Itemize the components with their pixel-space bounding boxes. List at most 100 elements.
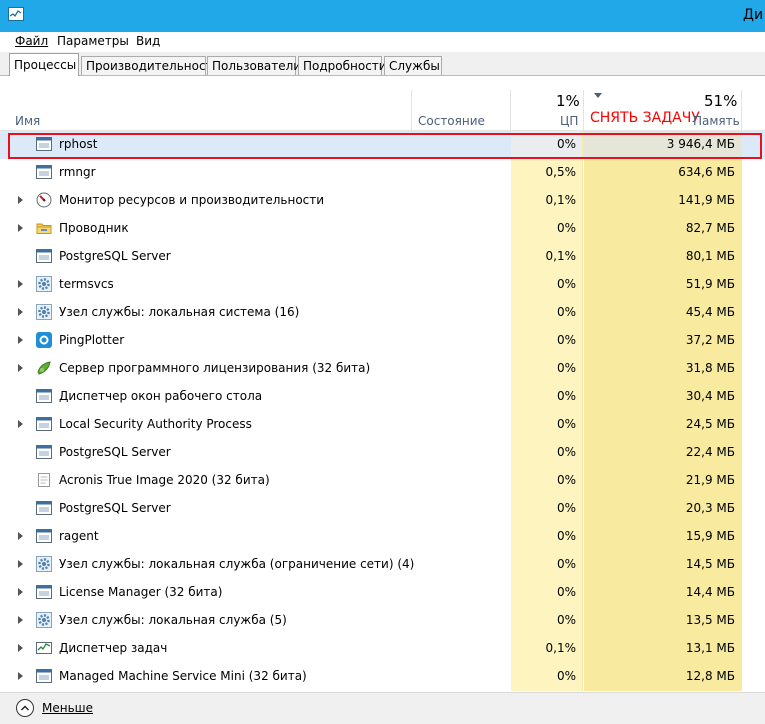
app-window-icon bbox=[36, 528, 52, 544]
process-name: Узел службы: локальная служба (5) bbox=[59, 613, 287, 627]
process-row[interactable]: Сервер программного лицензирования (32 б… bbox=[0, 355, 765, 383]
expand-arrow-icon[interactable] bbox=[18, 588, 23, 596]
generic-app-icon bbox=[36, 472, 52, 488]
expand-arrow-icon[interactable] bbox=[18, 336, 23, 344]
column-status-header[interactable]: Состояние bbox=[418, 114, 485, 128]
memory-cell: 24,5 МБ bbox=[584, 411, 742, 439]
cpu-cell: 0% bbox=[511, 439, 583, 467]
menu-view[interactable]: Вид bbox=[136, 34, 160, 48]
menu-options[interactable]: Параметры bbox=[57, 34, 129, 48]
window-title: Ди bbox=[743, 7, 764, 23]
cpu-value: 0% bbox=[556, 389, 576, 403]
process-row[interactable]: Managed Machine Service Mini (32 бита) 0%… bbox=[0, 663, 765, 691]
expand-arrow-icon[interactable] bbox=[18, 560, 23, 568]
expand-arrow-icon[interactable] bbox=[18, 420, 23, 428]
memory-cell: 31,8 МБ bbox=[584, 355, 742, 383]
process-row[interactable]: Проводник 0% 82,7 МБ bbox=[0, 215, 765, 243]
memory-cell: 51,9 МБ bbox=[584, 271, 742, 299]
process-row[interactable]: Узел службы: локальная служба (ограничен… bbox=[0, 551, 765, 579]
fewer-details-button[interactable] bbox=[16, 699, 34, 717]
app-window-icon bbox=[36, 248, 52, 264]
tab-details[interactable]: Подробности bbox=[298, 56, 387, 75]
app-window-icon bbox=[36, 500, 52, 516]
tab-users[interactable]: Пользователи bbox=[207, 56, 301, 75]
task-manager-icon bbox=[36, 640, 52, 656]
cpu-cell: 0% bbox=[511, 355, 583, 383]
memory-cell: 13,5 МБ bbox=[584, 607, 742, 635]
process-row[interactable]: License Manager (32 бита) 0% 14,4 МБ bbox=[0, 579, 765, 607]
app-window-icon bbox=[36, 416, 52, 432]
process-row[interactable]: Local Security Authority Process 0% 24,5 М… bbox=[0, 411, 765, 439]
app-window-icon bbox=[36, 668, 52, 684]
title-bar[interactable]: Ди bbox=[0, 0, 765, 32]
cpu-cell: 0% bbox=[511, 131, 583, 159]
memory-value: 37,2 МБ bbox=[685, 333, 735, 347]
memory-cell: 30,4 МБ bbox=[584, 383, 742, 411]
column-separator bbox=[510, 90, 511, 130]
memory-value: 45,4 МБ bbox=[685, 305, 735, 319]
process-row[interactable]: Диспетчер окон рабочего стола 0% 30,4 МБ bbox=[0, 383, 765, 411]
tab-services[interactable]: Службы bbox=[384, 56, 442, 75]
menu-view-label: Вид bbox=[136, 34, 161, 48]
memory-cell: 82,7 МБ bbox=[584, 215, 742, 243]
column-memory-header[interactable]: Память bbox=[693, 114, 740, 128]
process-name: Проводник bbox=[59, 221, 129, 235]
cpu-cell: 0% bbox=[511, 383, 583, 411]
process-row[interactable]: ragent 0% 15,9 МБ bbox=[0, 523, 765, 551]
memory-cell: 14,4 МБ bbox=[584, 579, 742, 607]
memory-cell: 634,6 МБ bbox=[584, 159, 742, 187]
license-server-icon bbox=[36, 360, 52, 376]
column-name-header[interactable]: Имя bbox=[15, 114, 40, 128]
process-name: Узел службы: локальная система (16) bbox=[59, 305, 300, 319]
menu-file[interactable]: Файл bbox=[15, 34, 48, 48]
app-window-icon bbox=[36, 164, 52, 180]
process-row[interactable]: rphost 0% 3 946,4 МБ bbox=[0, 131, 765, 159]
cpu-value: 0% bbox=[556, 501, 576, 515]
process-row[interactable]: PostgreSQL Server 0,1% 80,1 МБ bbox=[0, 243, 765, 271]
cpu-cell: 0% bbox=[511, 271, 583, 299]
process-name: PostgreSQL Server bbox=[59, 501, 171, 515]
tab-performance[interactable]: Производительность bbox=[81, 56, 220, 75]
process-row[interactable]: PostgreSQL Server 0% 22,4 МБ bbox=[0, 439, 765, 467]
expand-arrow-icon[interactable] bbox=[18, 644, 23, 652]
folder-icon bbox=[36, 220, 52, 236]
app-window-icon bbox=[36, 388, 52, 404]
tab-processes[interactable]: Процессы bbox=[9, 53, 79, 76]
expand-arrow-icon[interactable] bbox=[18, 196, 23, 204]
process-row[interactable]: termsvcs 0% 51,9 МБ bbox=[0, 271, 765, 299]
process-row[interactable]: PingPlotter 0% 37,2 МБ bbox=[0, 327, 765, 355]
expand-arrow-icon[interactable] bbox=[18, 532, 23, 540]
process-row[interactable]: Узел службы: локальная служба (5) 0% 13,5 … bbox=[0, 607, 765, 635]
process-row[interactable]: Acronis True Image 2020 (32 бита) 0% 21,9 … bbox=[0, 467, 765, 495]
process-row[interactable]: Диспетчер задач 0,1% 13,1 МБ bbox=[0, 635, 765, 663]
process-row[interactable]: Монитор ресурсов и производительности 0,1… bbox=[0, 187, 765, 215]
cpu-value: 0,1% bbox=[545, 193, 577, 207]
expand-arrow-icon[interactable] bbox=[18, 224, 23, 232]
cpu-value: 0% bbox=[556, 361, 576, 375]
process-row[interactable]: Узел службы: локальная система (16) 0% 45,… bbox=[0, 299, 765, 327]
memory-value: 14,5 МБ bbox=[685, 557, 735, 571]
process-row[interactable]: PostgreSQL Server 0% 20,3 МБ bbox=[0, 495, 765, 523]
column-cpu-header[interactable]: ЦП bbox=[560, 114, 578, 128]
tab-strip: Процессы Производительность Пользователи… bbox=[0, 52, 765, 76]
process-name: rmngr bbox=[59, 165, 96, 179]
memory-value: 30,4 МБ bbox=[685, 389, 735, 403]
process-name: Managed Machine Service Mini (32 бита) bbox=[59, 669, 307, 683]
status-footer: Меньше bbox=[0, 692, 765, 724]
cpu-value: 0% bbox=[556, 473, 576, 487]
gear-icon bbox=[36, 612, 52, 628]
fewer-details-label[interactable]: Меньше bbox=[42, 701, 93, 715]
app-window-icon bbox=[36, 444, 52, 460]
expand-arrow-icon[interactable] bbox=[18, 280, 23, 288]
process-row[interactable]: rmngr 0,5% 634,6 МБ bbox=[0, 159, 765, 187]
sort-descending-icon bbox=[594, 93, 602, 98]
resource-monitor-icon bbox=[36, 192, 52, 208]
expand-arrow-icon[interactable] bbox=[18, 672, 23, 680]
end-task-label[interactable]: СНЯТЬ ЗАДАЧУ bbox=[590, 110, 700, 126]
expand-arrow-icon[interactable] bbox=[18, 616, 23, 624]
cpu-value: 0,1% bbox=[545, 249, 577, 263]
memory-total-percent: 51% bbox=[704, 92, 738, 110]
memory-value: 634,6 МБ bbox=[678, 165, 735, 179]
expand-arrow-icon[interactable] bbox=[18, 364, 23, 372]
expand-arrow-icon[interactable] bbox=[18, 308, 23, 316]
